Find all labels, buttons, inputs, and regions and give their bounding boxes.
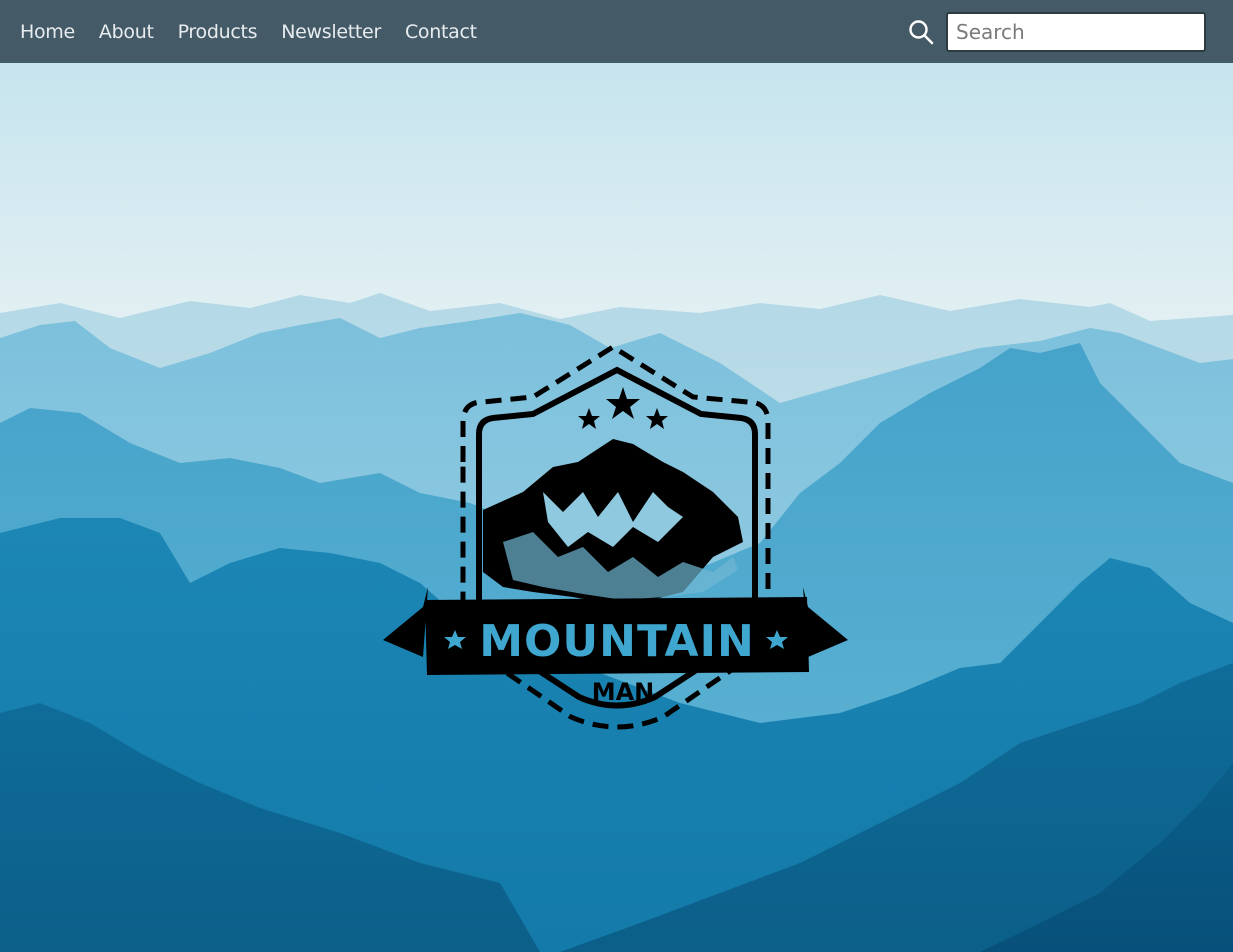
top-navbar: Home About Products Newsletter Contact	[0, 0, 1233, 63]
logo-line1: MOUNTAIN	[479, 616, 755, 667]
nav-home-link[interactable]: Home	[20, 21, 75, 43]
star-icon	[578, 408, 600, 429]
hero-background: MOUNTAIN MAN	[0, 63, 1233, 952]
logo-line2: MAN	[592, 678, 655, 706]
search-area	[908, 12, 1206, 52]
nav-contact-link[interactable]: Contact	[405, 21, 477, 43]
star-icon	[646, 408, 668, 429]
search-input[interactable]	[946, 12, 1206, 52]
nav-products-link[interactable]: Products	[178, 21, 258, 43]
nav-about-link[interactable]: About	[99, 21, 154, 43]
star-icon	[606, 387, 640, 419]
mountain-man-logo: MOUNTAIN MAN	[383, 342, 851, 736]
nav-newsletter-link[interactable]: Newsletter	[281, 21, 381, 43]
page: Home About Products Newsletter Contact S…	[0, 0, 1233, 952]
nav-links: Home About Products Newsletter Contact	[20, 0, 477, 63]
mountain-icon	[483, 439, 743, 604]
search-icon[interactable]	[908, 19, 934, 45]
